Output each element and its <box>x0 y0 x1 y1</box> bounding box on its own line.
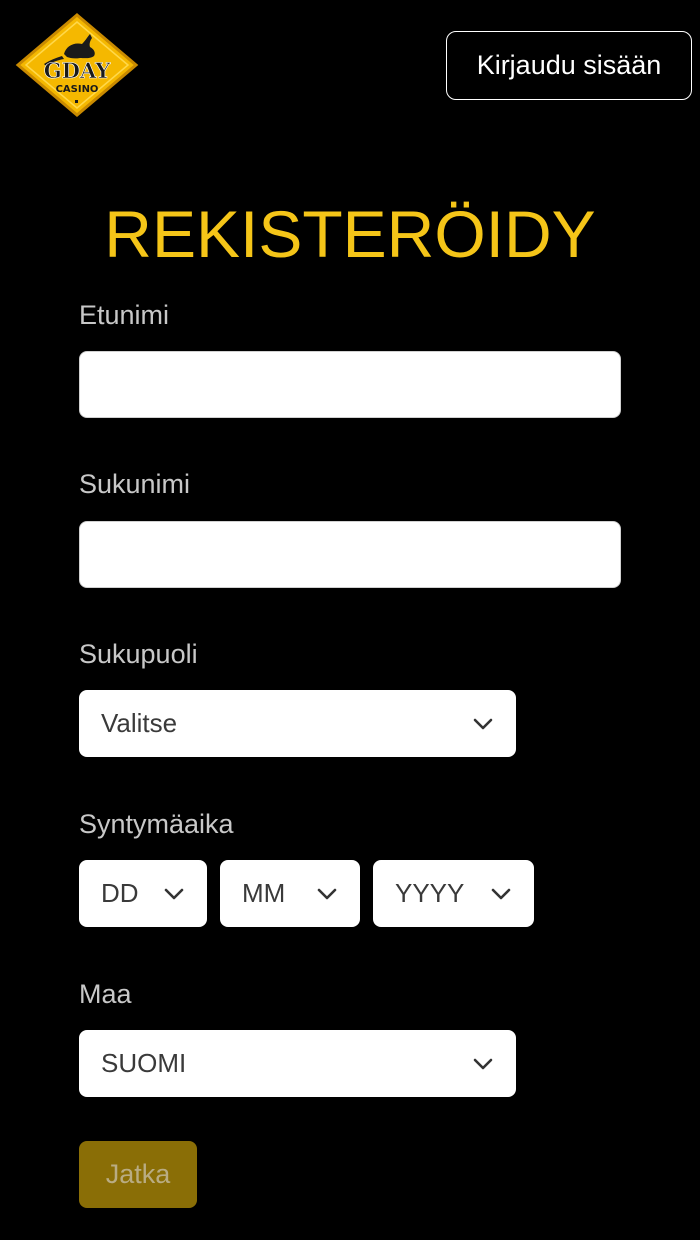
chevron-down-icon <box>490 887 512 901</box>
gender-select[interactable]: Valitse <box>79 690 516 757</box>
birth-day-select[interactable]: DD <box>79 860 207 927</box>
chevron-down-icon <box>316 887 338 901</box>
logo-text-main: GDAY <box>44 58 111 83</box>
birthdate-label: Syntymäaika <box>79 809 234 839</box>
country-label: Maa <box>79 979 132 1009</box>
gday-casino-logo[interactable]: GDAY CASINO <box>14 12 140 118</box>
country-select[interactable]: SUOMI <box>79 1030 516 1097</box>
last-name-label: Sukunimi <box>79 469 191 499</box>
birth-year-value: YYYY <box>395 878 465 908</box>
chevron-down-icon <box>472 717 494 731</box>
birth-year-select[interactable]: YYYY <box>373 860 534 927</box>
continue-button[interactable]: Jatka <box>79 1141 197 1208</box>
last-name-input[interactable] <box>79 521 621 588</box>
first-name-label: Etunimi <box>79 300 170 330</box>
page-title: REKISTERÖIDY <box>104 197 596 271</box>
chevron-down-icon <box>163 887 185 901</box>
gender-label: Sukupuoli <box>79 639 198 669</box>
first-name-input[interactable] <box>79 351 621 418</box>
birth-month-select[interactable]: MM <box>220 860 360 927</box>
birth-day-value: DD <box>101 878 139 908</box>
country-select-value: SUOMI <box>101 1048 187 1078</box>
login-button[interactable]: Kirjaudu sisään <box>446 31 692 100</box>
gender-select-value: Valitse <box>101 708 178 738</box>
chevron-down-icon <box>472 1057 494 1071</box>
birth-month-value: MM <box>242 878 286 908</box>
logo-text-sub: CASINO <box>56 84 99 95</box>
